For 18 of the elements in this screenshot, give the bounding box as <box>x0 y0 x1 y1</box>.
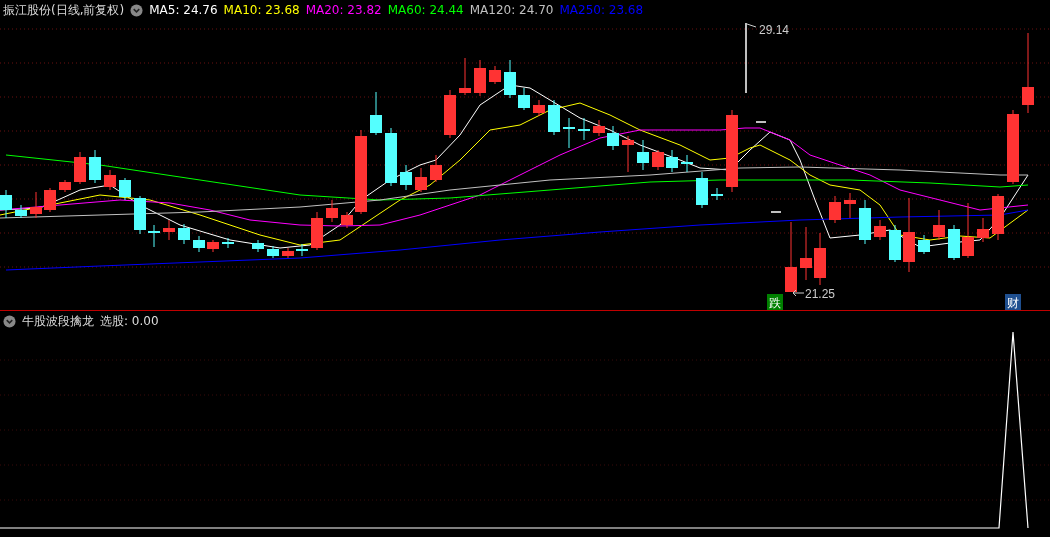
high-price-label: 29.14 <box>746 23 790 37</box>
dropdown-icon[interactable] <box>3 314 16 328</box>
price-tick <box>770 211 782 213</box>
moving-average-value: MA20: 23.82 <box>305 3 382 17</box>
moving-average-value: MA5: 24.76 <box>149 3 218 17</box>
moving-average-value: MA10: 23.68 <box>223 3 300 17</box>
price-tick <box>755 121 767 123</box>
stock-title: 振江股份(日线,前复权) <box>3 3 125 17</box>
moving-average-value: MA60: 24.44 <box>387 3 464 17</box>
moving-average-value: MA120: 24.70 <box>469 3 554 17</box>
event-badge[interactable]: 跌 <box>767 294 783 310</box>
low-price-label: 21.25 <box>792 287 836 301</box>
price-wick <box>745 22 747 94</box>
event-badge[interactable]: 财 <box>1005 294 1021 310</box>
indicator-title: 牛股波段擒龙 <box>22 314 94 328</box>
indicator-reading: 选股: 0.00 <box>100 314 159 328</box>
dropdown-icon[interactable] <box>130 3 144 17</box>
moving-average-value: MA250: 23.68 <box>559 3 644 17</box>
